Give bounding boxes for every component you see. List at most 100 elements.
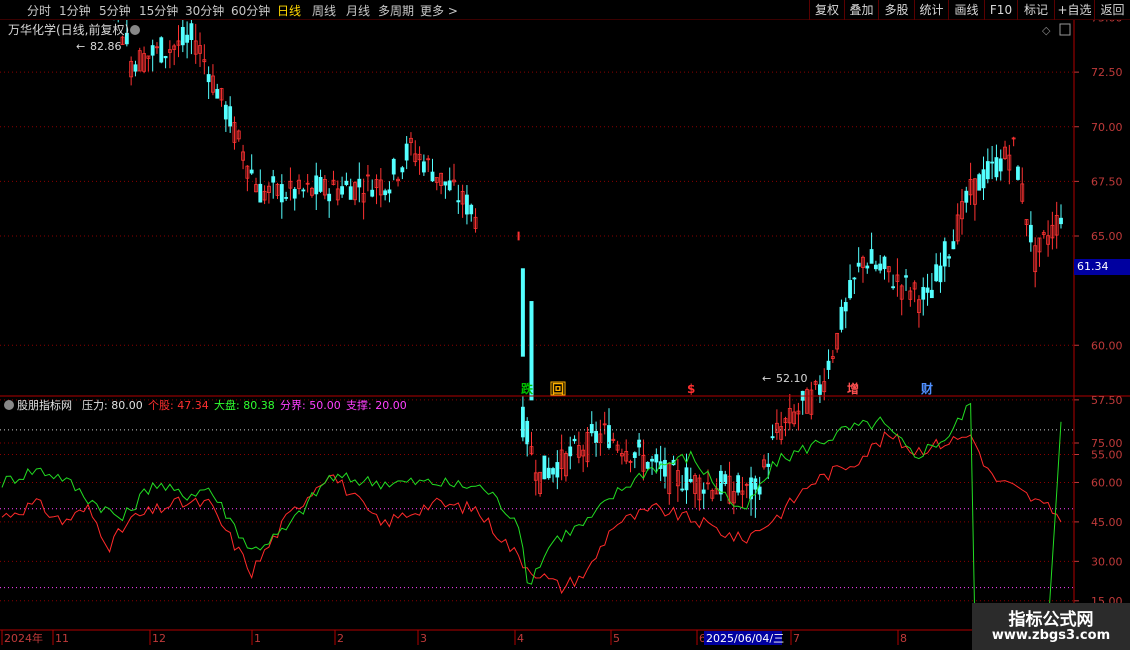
candle-222 (955, 203, 960, 245)
candle-body-230 (990, 161, 995, 164)
candle-189 (813, 379, 818, 390)
candle-body-229 (985, 161, 990, 180)
ind-tick-label-1: 60.00 (1091, 476, 1123, 489)
period-tab-7[interactable]: 周线 (312, 2, 336, 19)
candle-body-198 (852, 277, 857, 280)
candle-body-121 (520, 406, 525, 438)
toolbar-button-2[interactable]: 多股 (878, 0, 914, 20)
toolbar-button-7[interactable]: +自选 (1054, 0, 1094, 20)
indicator-dropdown-icon (4, 400, 14, 410)
candle-48 (206, 66, 211, 100)
candle-223 (960, 188, 964, 235)
candle-body-152 (654, 454, 659, 463)
candle-body-171 (736, 475, 741, 493)
candle-body-94 (404, 143, 409, 161)
gap-candle-0 (520, 268, 525, 357)
candle-body-44 (189, 23, 194, 41)
toolbar-button-4[interactable]: 画线 (948, 0, 984, 20)
candle-180 (774, 409, 779, 440)
candle-body-199 (856, 262, 861, 267)
period-tab-0[interactable]: 分时 (27, 2, 51, 19)
candle-body-178 (766, 463, 771, 467)
candle-32 (137, 47, 142, 72)
toolbar-button-0[interactable]: 复权 (809, 0, 844, 20)
candle-104 (447, 167, 452, 192)
period-tab-6[interactable]: 日线 (277, 2, 301, 19)
period-tab-2[interactable]: 5分钟 (99, 2, 131, 19)
period-tab-1[interactable]: 1分钟 (59, 2, 91, 19)
candle-52 (223, 101, 228, 132)
candle-body-52 (223, 104, 228, 120)
period-tab-3[interactable]: 15分钟 (139, 2, 178, 19)
candle-body-58 (249, 169, 254, 174)
candle-body-81 (348, 186, 353, 200)
candle-132 (568, 436, 573, 470)
period-tab-4[interactable]: 30分钟 (185, 2, 224, 19)
candle-body-175 (753, 478, 758, 490)
indicator-grid (0, 429, 1079, 602)
candle-47 (202, 44, 207, 75)
candle-234 (1007, 144, 1012, 185)
toolbar-button-1[interactable]: 叠加 (844, 0, 878, 20)
candle-body-42 (180, 26, 185, 46)
candle-191 (822, 368, 827, 401)
period-tab-5[interactable]: 60分钟 (231, 2, 270, 19)
candle-176 (757, 476, 762, 500)
candle-168 (723, 470, 728, 487)
candle-96 (413, 140, 418, 167)
candle-219 (942, 237, 947, 282)
candle-145 (624, 439, 629, 465)
candle-187 (805, 387, 809, 414)
candle-body-100 (430, 171, 435, 182)
candle-193 (830, 350, 835, 363)
candle-136 (585, 426, 590, 468)
candle-78 (335, 180, 340, 206)
kline-chart[interactable]: 80.0077.5075.0072.5070.0067.5065.0060.00… (0, 0, 1130, 650)
candle-228 (981, 156, 986, 200)
candle-body-91 (391, 158, 396, 175)
candle-59 (254, 177, 258, 193)
candle-83 (357, 162, 362, 203)
candle-98 (421, 154, 426, 176)
candle-body-132 (568, 446, 573, 457)
candle-body-163 (701, 489, 706, 494)
toolbar-button-6[interactable]: 标记 (1017, 0, 1054, 20)
candle-85 (366, 165, 370, 192)
candle-body-138 (594, 430, 598, 443)
candle-body-239 (1028, 224, 1033, 243)
chart-title: 万华化学(日线,前复权) (8, 22, 129, 37)
candle-43 (185, 21, 190, 59)
time-label-7-9: 7 (793, 632, 800, 645)
candle-242 (1041, 230, 1046, 239)
candle-126 (542, 455, 547, 480)
candle-body-98 (421, 161, 426, 173)
candle-125 (538, 471, 543, 497)
watermark-url: www.zbgs3.com (991, 628, 1111, 643)
period-tab-8[interactable]: 月线 (346, 2, 370, 19)
indicator-name: 股朋指标网 (17, 398, 72, 412)
candle-232 (998, 149, 1003, 181)
candle-body-246 (1059, 217, 1063, 225)
candle-body-48 (206, 74, 211, 83)
candle-55 (236, 129, 241, 142)
event-marker-2: $ (687, 382, 695, 396)
candle-34 (146, 55, 151, 72)
candle-39 (167, 40, 172, 69)
time-label-1-3: 1 (254, 632, 261, 645)
candle-body-68 (292, 188, 297, 199)
toolbar-button-3[interactable]: 统计 (914, 0, 948, 20)
toolbar-button-8[interactable]: 返回 (1094, 0, 1130, 20)
candle-body-179 (770, 436, 775, 439)
title-dropdown-icon (130, 25, 140, 35)
time-label-5-7: 5 (613, 632, 620, 645)
period-tab-10[interactable]: 更多 > (420, 2, 458, 19)
candle-body-160 (688, 479, 693, 482)
candle-body-103 (443, 181, 448, 186)
axes (0, 20, 1130, 631)
candle-body-148 (637, 439, 642, 448)
indicator-legend-3: 分界: 50.00 (280, 399, 341, 412)
period-tab-9[interactable]: 多周期 (378, 2, 414, 19)
toolbar-button-5[interactable]: F10 (984, 0, 1017, 20)
candle-body-43 (185, 34, 190, 43)
candle-82 (353, 181, 357, 206)
